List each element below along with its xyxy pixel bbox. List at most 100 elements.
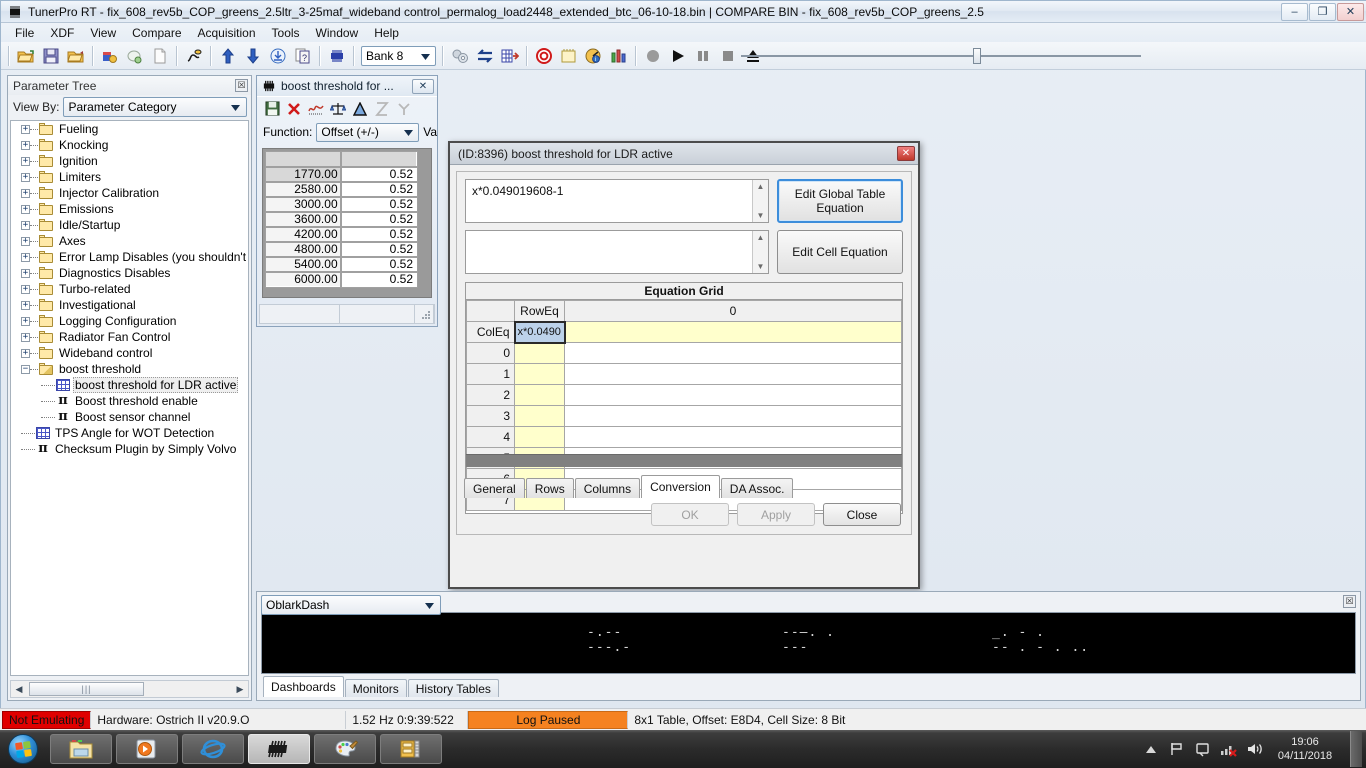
table-data-grid[interactable]: 1770.00 0.52 2580.00 0.52 3000.00 0.52 3600.00… xyxy=(262,148,432,298)
tree-node[interactable]: − boost threshold xyxy=(11,361,248,377)
axis-cell[interactable]: 5400.00 xyxy=(264,255,343,273)
axis-cell[interactable]: 3600.00 xyxy=(264,210,343,228)
eqgrid-coleq-row[interactable]: ColEq x*0.0490 xyxy=(466,320,902,344)
expand-icon[interactable]: + xyxy=(21,236,30,246)
table-export-icon[interactable] xyxy=(498,44,522,68)
eqgrid-coleq-cell[interactable]: x*0.0490 xyxy=(513,320,566,344)
scroll-right-arrow[interactable]: ▶ xyxy=(232,684,248,695)
scale-compare-icon[interactable] xyxy=(328,99,348,119)
close-icon[interactable]: ✕ xyxy=(897,146,915,161)
tree-node[interactable]: + Radiator Fan Control xyxy=(11,329,248,345)
view-by-select[interactable]: Parameter Category xyxy=(63,97,247,117)
close-icon[interactable]: ☒ xyxy=(1343,595,1356,608)
spinner-down-icon[interactable]: ▼ xyxy=(757,211,765,220)
smooth-icon[interactable] xyxy=(394,99,414,119)
graph-icon[interactable] xyxy=(306,99,326,119)
expand-icon[interactable]: + xyxy=(21,188,30,198)
table-row[interactable]: 6000.00 0.52 xyxy=(264,270,418,288)
tree-node[interactable]: + Diagnostics Disables xyxy=(11,265,248,281)
menu-xdf[interactable]: XDF xyxy=(42,25,82,41)
value-cell[interactable]: 0.52 xyxy=(340,180,418,198)
tree-node[interactable]: π Boost sensor channel xyxy=(11,409,248,425)
taskbar-item-internet-explorer[interactable] xyxy=(182,734,244,764)
play-icon[interactable] xyxy=(666,44,690,68)
close-button[interactable]: Close xyxy=(823,503,901,526)
axis-cell[interactable]: 3000.00 xyxy=(264,195,343,213)
save-icon[interactable] xyxy=(262,99,282,119)
open-compare-bin-icon[interactable] xyxy=(64,44,88,68)
flag-icon[interactable] xyxy=(1168,740,1186,758)
menu-window[interactable]: Window xyxy=(308,25,367,41)
expand-icon[interactable]: + xyxy=(21,252,30,262)
equation-grid-hscrollbar[interactable] xyxy=(466,454,902,467)
table-row[interactable]: 3000.00 0.52 xyxy=(264,195,418,213)
taskbar-clock[interactable]: 19:06 04/11/2018 xyxy=(1272,735,1338,763)
bank-selector[interactable]: Bank 8 xyxy=(361,45,436,66)
tree-node[interactable]: + Investigational xyxy=(11,297,248,313)
collapse-icon[interactable]: − xyxy=(21,364,30,374)
expand-icon[interactable]: + xyxy=(21,220,30,230)
notes-icon[interactable] xyxy=(557,44,581,68)
value-cell[interactable]: 0.52 xyxy=(340,195,418,213)
expand-icon[interactable]: + xyxy=(21,140,30,150)
eqgrid-cell[interactable] xyxy=(564,426,902,448)
dashboard-canvas[interactable]: -.-- ---.- --—. . --- _. - . -- . - . .. xyxy=(261,612,1356,674)
interpolate-icon[interactable] xyxy=(372,99,392,119)
close-icon[interactable]: ✕ xyxy=(412,78,434,94)
eqgrid-roweq-cell[interactable] xyxy=(514,342,565,364)
menu-tools[interactable]: Tools xyxy=(264,25,308,41)
dialog-tab-columns[interactable]: Columns xyxy=(574,478,641,498)
eqgrid-roweq-cell[interactable] xyxy=(514,384,565,406)
tree-node[interactable]: + Fueling xyxy=(11,121,248,137)
value-cell[interactable]: 0.52 xyxy=(340,240,418,258)
minimize-button[interactable]: – xyxy=(1281,2,1308,21)
spinner-up-icon[interactable]: ▲ xyxy=(757,233,765,242)
tree-horizontal-scrollbar[interactable]: ◀ ||| ▶ xyxy=(10,680,249,698)
eqgrid-row[interactable]: 1 xyxy=(466,363,902,385)
dialog-tab-da-assoc[interactable]: DA Assoc. xyxy=(720,478,794,498)
speaker-icon[interactable] xyxy=(1246,740,1264,758)
download-bin-icon[interactable] xyxy=(123,44,147,68)
receive-down-icon[interactable] xyxy=(241,44,265,68)
taskbar-item-paint[interactable] xyxy=(314,734,376,764)
close-x-icon[interactable] xyxy=(284,99,304,119)
new-file-icon[interactable] xyxy=(148,44,172,68)
stop-icon[interactable] xyxy=(716,44,740,68)
expand-icon[interactable]: + xyxy=(21,316,30,326)
menu-file[interactable]: File xyxy=(7,25,42,41)
maximize-button[interactable]: ❐ xyxy=(1309,2,1336,21)
tree-node[interactable]: + Emissions xyxy=(11,201,248,217)
dashboard-tab-dashboards[interactable]: Dashboards xyxy=(263,676,344,697)
expand-icon[interactable]: + xyxy=(21,348,30,358)
eqgrid-cell[interactable] xyxy=(564,405,902,427)
download-circle-icon[interactable] xyxy=(266,44,290,68)
menu-view[interactable]: View xyxy=(82,25,124,41)
expand-icon[interactable]: + xyxy=(21,172,30,182)
expand-icon[interactable]: + xyxy=(21,204,30,214)
cell-equation-input[interactable]: ▲ ▼ xyxy=(465,230,769,274)
tree-node[interactable]: + Injector Calibration xyxy=(11,185,248,201)
edit-cell-equation-button[interactable]: Edit Cell Equation xyxy=(777,230,903,274)
tree-node[interactable]: boost threshold for LDR active xyxy=(11,377,248,393)
expand-icon[interactable]: + xyxy=(21,124,30,134)
tree-node[interactable]: + Ignition xyxy=(11,153,248,169)
axis-cell[interactable]: 4200.00 xyxy=(264,225,343,243)
tree-node[interactable]: π Checksum Plugin by Simply Volvo xyxy=(11,441,248,457)
dashboard-tab-history-tables[interactable]: History Tables xyxy=(407,679,499,697)
axis-cell[interactable]: 6000.00 xyxy=(264,270,343,288)
delta-icon[interactable] xyxy=(350,99,370,119)
table-row[interactable]: 4800.00 0.52 xyxy=(264,240,418,258)
expand-icon[interactable]: + xyxy=(21,268,30,278)
eqgrid-roweq-cell[interactable] xyxy=(514,426,565,448)
pause-icon[interactable] xyxy=(691,44,715,68)
value-cell[interactable]: 0.52 xyxy=(340,255,418,273)
volume-muted-icon[interactable] xyxy=(1220,740,1238,758)
table-row[interactable]: 2580.00 0.52 xyxy=(264,180,418,198)
table-row[interactable]: 1770.00 0.52 xyxy=(264,165,418,183)
tree-node[interactable]: + Error Lamp Disables (you shouldn't need xyxy=(11,249,248,265)
chevron-up-icon[interactable] xyxy=(1142,740,1160,758)
menu-help[interactable]: Help xyxy=(366,25,407,41)
dashboard-selector[interactable]: OblarkDash xyxy=(261,595,441,615)
taskbar-item-windows-explorer[interactable] xyxy=(50,734,112,764)
tree-node[interactable]: π Boost threshold enable xyxy=(11,393,248,409)
